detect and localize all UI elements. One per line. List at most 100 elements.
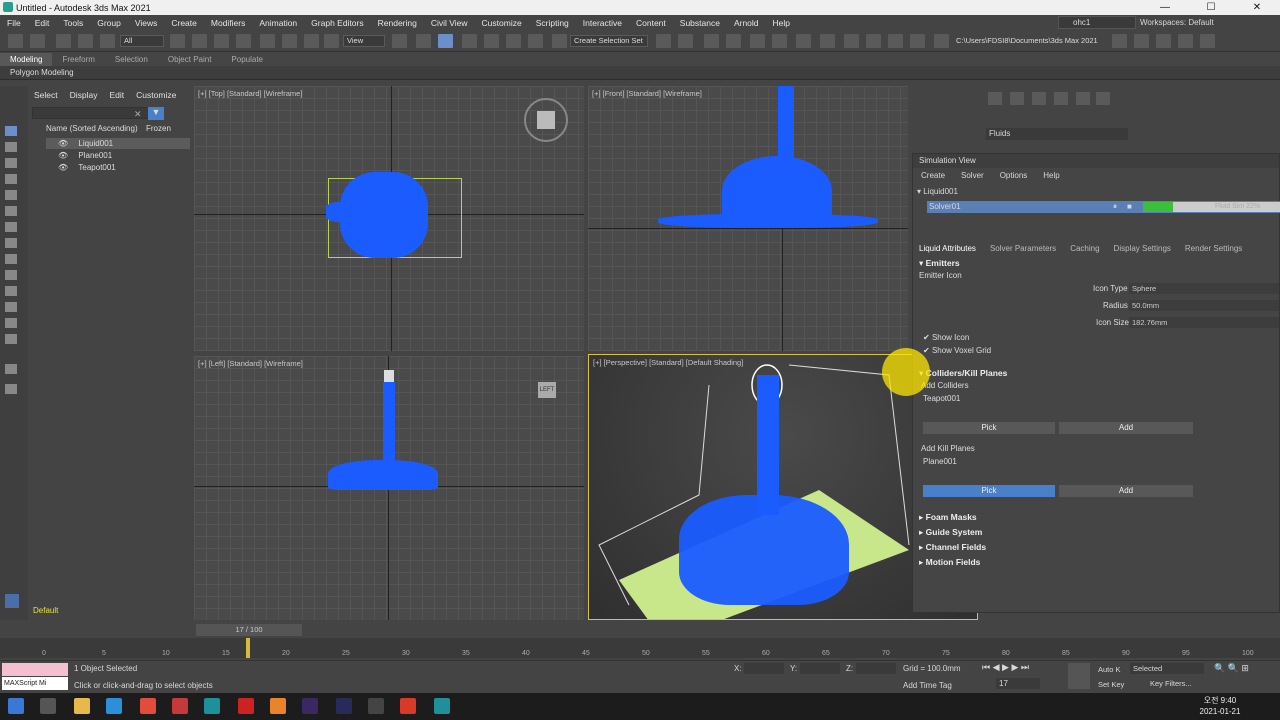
set-key-icon[interactable] xyxy=(1068,663,1090,689)
app-icon[interactable] xyxy=(400,698,416,714)
tab-modeling[interactable]: Modeling xyxy=(0,53,53,66)
sv-menu-options[interactable]: Options xyxy=(992,171,1036,180)
max-icon[interactable] xyxy=(434,698,450,714)
viewport-left[interactable]: [+] [Left] [Standard] [Wireframe] LEFT xyxy=(194,356,584,620)
spinner-snap-icon[interactable] xyxy=(528,34,543,48)
menu-views[interactable]: Views xyxy=(128,18,165,28)
display-bones-icon[interactable] xyxy=(5,270,17,280)
pause-icon[interactable]: ⏸ xyxy=(1113,201,1117,213)
set-key-button[interactable]: Set Key xyxy=(1098,680,1124,689)
menu-graph-editors[interactable]: Graph Editors xyxy=(304,18,370,28)
scale-icon[interactable] xyxy=(304,34,319,48)
display-all-icon[interactable] xyxy=(5,334,17,344)
x-coord-field[interactable] xyxy=(744,663,784,674)
auto-key-button[interactable]: Auto K xyxy=(1098,665,1121,674)
section-motion-fields[interactable]: ▸ Motion Fields xyxy=(919,557,980,568)
pick-kill-plane-button[interactable]: Pick xyxy=(923,485,1055,497)
sv-menu-solver[interactable]: Solver xyxy=(953,171,992,180)
align-icon[interactable] xyxy=(678,34,693,48)
visibility-icon[interactable]: 👁 xyxy=(58,163,68,172)
playback-controls[interactable]: ⏮ ◀ ▶ ▶ ⏭ xyxy=(982,662,1029,673)
stop-icon[interactable]: ■ xyxy=(1127,201,1132,213)
pivot-icon[interactable] xyxy=(392,34,407,48)
menu-civil-view[interactable]: Civil View xyxy=(424,18,475,28)
menu-file[interactable]: File xyxy=(0,18,28,28)
manage-icon[interactable] xyxy=(1200,34,1215,48)
curve-editor-icon[interactable] xyxy=(750,34,765,48)
manipulate-icon[interactable] xyxy=(416,34,431,48)
keyboard-shortcut-icon[interactable] xyxy=(438,34,453,48)
close-button[interactable]: ✕ xyxy=(1234,0,1280,15)
start-icon[interactable] xyxy=(8,698,24,714)
menu-content[interactable]: Content xyxy=(629,18,673,28)
display-groups-icon[interactable] xyxy=(5,238,17,248)
menu-scripting[interactable]: Scripting xyxy=(529,18,576,28)
maxscript-input[interactable]: MAXScript Mi xyxy=(2,677,68,690)
max-icon[interactable] xyxy=(204,698,220,714)
tab-render-settings[interactable]: Render Settings xyxy=(1185,244,1256,253)
section-foam-masks[interactable]: ▸ Foam Masks xyxy=(919,512,977,523)
scene-row-liquid[interactable]: 👁 Liquid001 xyxy=(46,138,190,149)
undo-icon[interactable] xyxy=(8,34,23,48)
tree-liquid[interactable]: ▾ Liquid001 xyxy=(917,186,958,198)
tab-object-paint[interactable]: Object Paint xyxy=(158,53,222,66)
scene-row-teapot[interactable]: 👁 Teapot001 xyxy=(46,162,190,173)
collider-item[interactable]: Teapot001 xyxy=(923,394,960,403)
user-dropdown[interactable]: ohc1 xyxy=(1058,16,1136,29)
schematic-view-icon[interactable] xyxy=(772,34,787,48)
sv-menu-help[interactable]: Help xyxy=(1035,171,1067,180)
icon-type-dropdown[interactable]: Sphere xyxy=(1129,283,1279,294)
selection-set-dropdown[interactable]: Create Selection Set xyxy=(570,35,648,47)
edit-named-sets-icon[interactable] xyxy=(552,34,567,48)
tab-liquid-attributes[interactable]: Liquid Attributes xyxy=(919,244,990,253)
material-editor-icon[interactable] xyxy=(796,34,811,48)
add-collider-button[interactable]: Add xyxy=(1059,422,1193,434)
display-shapes-icon[interactable] xyxy=(5,158,17,168)
se-menu-display[interactable]: Display xyxy=(64,90,104,100)
display-none-icon[interactable] xyxy=(5,126,17,136)
menu-substance[interactable]: Substance xyxy=(673,18,727,28)
layout-icon[interactable] xyxy=(1156,34,1171,48)
display-xrefs-icon[interactable] xyxy=(5,254,17,264)
display-helpers-icon[interactable] xyxy=(5,206,17,216)
add-time-tag[interactable]: Add Time Tag xyxy=(903,681,952,690)
viewport-nav-icons[interactable]: 🔍 🔍 ⊞ xyxy=(1214,663,1249,674)
key-mode-dropdown[interactable]: Selected xyxy=(1130,663,1204,674)
move-icon[interactable] xyxy=(260,34,275,48)
tab-selection[interactable]: Selection xyxy=(105,53,158,66)
menu-help[interactable]: Help xyxy=(766,18,797,28)
unlink-icon[interactable] xyxy=(78,34,93,48)
scene-explorer-icon[interactable] xyxy=(726,34,741,48)
minimize-button[interactable]: — xyxy=(1142,0,1188,15)
visibility-icon[interactable]: 👁 xyxy=(58,139,68,148)
menu-tools[interactable]: Tools xyxy=(56,18,90,28)
liquid-splash[interactable] xyxy=(679,495,849,605)
clear-search-icon[interactable]: ✕ xyxy=(134,109,142,120)
key-filters-button[interactable]: Key Filters... xyxy=(1150,679,1192,688)
bind-space-warp-icon[interactable] xyxy=(100,34,115,48)
kill-plane-item[interactable]: Plane001 xyxy=(923,457,957,466)
workspace-selector[interactable]: Workspaces: Default xyxy=(1140,16,1280,29)
menu-arnold[interactable]: Arnold xyxy=(727,18,766,28)
file-explorer-icon[interactable] xyxy=(74,698,90,714)
app-icon[interactable] xyxy=(172,698,188,714)
display-spacewarps-icon[interactable] xyxy=(5,222,17,232)
menu-modifiers[interactable]: Modifiers xyxy=(204,18,252,28)
a360-icon[interactable] xyxy=(910,34,925,48)
hierarchy-tab-icon[interactable] xyxy=(1032,92,1046,105)
tab-caching[interactable]: Caching xyxy=(1070,244,1113,253)
tree-solver-row[interactable]: Solver01 ⏸ ■ Fluid Sim 22% xyxy=(927,201,1280,213)
liquid-pool[interactable] xyxy=(328,460,438,490)
y-coord-field[interactable] xyxy=(800,663,840,674)
menu-interactive[interactable]: Interactive xyxy=(576,18,629,28)
display-hidden-icon[interactable] xyxy=(5,318,17,328)
reference-coord-dropdown[interactable]: View xyxy=(343,35,385,47)
show-voxel-checkbox[interactable]: ✔ Show Voxel Grid xyxy=(923,346,991,355)
section-colliders[interactable]: ▾ Colliders/Kill Planes xyxy=(919,368,1007,379)
viewport-front[interactable]: [+] [Front] [Standard] [Wireframe] xyxy=(588,86,908,351)
rotate-icon[interactable] xyxy=(282,34,297,48)
viewcube[interactable]: LEFT xyxy=(538,382,556,398)
display-lights-icon[interactable] xyxy=(5,174,17,184)
radius-spinner[interactable]: 50.0mm xyxy=(1129,300,1279,311)
create-tab-icon[interactable] xyxy=(988,92,1002,105)
